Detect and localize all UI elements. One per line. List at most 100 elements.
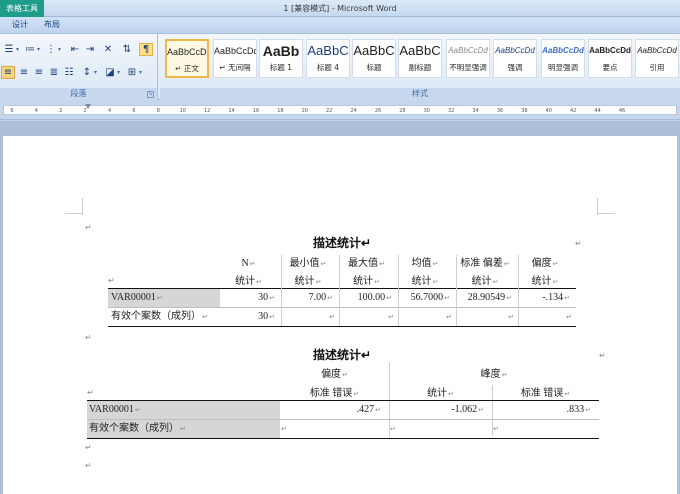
table1-subheader-text: 统计 (411, 276, 432, 287)
align-right-icon: ≡ (34, 66, 44, 78)
style-name: 副标题 (408, 63, 432, 72)
table1-cell-text: 56.7000 (410, 292, 444, 303)
table1-subheader-text: 统计 (471, 276, 492, 287)
table1-cell-text: 30 (258, 292, 269, 303)
top-right-crop-mark-icon (597, 198, 615, 214)
table2-cell-text: .427 (356, 404, 375, 415)
ruler-tick-label: 20 (301, 108, 308, 114)
align-left-button[interactable]: ≡ (1, 66, 15, 79)
bullets-button[interactable]: ☰ (2, 43, 16, 56)
table1-header: 偏度↵ (518, 255, 572, 273)
paragraph-mark: ↵ (566, 313, 572, 321)
ruler-tick-label: 34 (472, 108, 479, 114)
style-tile[interactable]: AaBbCcDd 明显强调 (541, 39, 585, 78)
table1-title-text: 描述统计 (313, 236, 362, 250)
shading-button[interactable]: ◪ (103, 66, 117, 79)
numbering-dropdown-icon[interactable]: ▾ (37, 46, 40, 53)
shading-dropdown-icon[interactable]: ▾ (117, 69, 120, 76)
paragraph-mark: ↵ (315, 278, 322, 286)
align-center-button[interactable]: ≡ (17, 66, 31, 79)
style-tile[interactable]: AaBbCcDd 不明显强调 (446, 39, 490, 78)
table1-cell: 7.00↵ (281, 289, 333, 307)
style-tile[interactable]: AaBbC 标题 (352, 39, 396, 78)
style-tile[interactable]: AaBbCcDd ↵ 无间隔 (213, 39, 257, 78)
paragraph-mark: ↵ (432, 260, 439, 268)
ruler-tick-label: 16 (252, 108, 260, 114)
sort-icon: ⇅ (122, 43, 132, 55)
tab-layout[interactable]: 布局 (35, 17, 69, 33)
style-tile[interactable]: AaBbCcDd 要点 (588, 39, 632, 78)
table1-subheader-text: 统计 (235, 276, 256, 287)
paragraph-mark: ↵ (361, 236, 372, 250)
chinese-layout-button[interactable]: ✕ (101, 43, 115, 56)
paragraph-mark: ↵ (503, 260, 510, 268)
multilevel-dropdown-icon[interactable]: ▾ (58, 46, 61, 53)
show-hide-marks-button[interactable]: ¶ (139, 43, 153, 56)
paragraph-mark: ↵ (390, 425, 396, 433)
paragraph-mark: ↵ (269, 313, 275, 321)
style-tile[interactable]: AaBbC 标题 4 (306, 39, 350, 78)
ruler-tick-label: 44 (594, 108, 601, 114)
table2-title-text: 描述统计 (313, 348, 362, 362)
table2-subheader-text: 标准 错误 (309, 388, 353, 399)
paragraph-mark: ↵ (444, 294, 450, 302)
chinese-layout-icon: ✕ (103, 43, 113, 55)
align-right-button[interactable]: ≡ (32, 66, 46, 79)
borders-button[interactable]: ⊞ (125, 66, 139, 79)
increase-indent-icon: ⇥ (85, 43, 95, 55)
ruler-tick-label: 8 (156, 108, 160, 114)
sort-button[interactable]: ⇅ (120, 43, 134, 56)
table1-cell-text: 100.00 (357, 292, 386, 303)
bullets-dropdown-icon[interactable]: ▾ (16, 46, 19, 53)
borders-dropdown-icon[interactable]: ▾ (139, 69, 142, 76)
paragraph-mark: ↵ (585, 406, 591, 414)
style-name: 标题 (366, 63, 382, 72)
numbering-button[interactable]: ≔ (23, 43, 37, 56)
table1-header-text: 最小值 (289, 258, 320, 269)
style-name: 标题 1 (269, 63, 293, 72)
bullet-list-icon: ☰ (4, 43, 14, 55)
paragraph-dialog-launcher-icon[interactable]: ↘ (147, 91, 154, 98)
paragraph-mark-icon: ¶ (142, 43, 150, 55)
line-spacing-button[interactable]: ↕ (80, 66, 94, 79)
paragraph-mark: ↵ (156, 294, 163, 302)
distributed-button[interactable]: ☷ (62, 66, 76, 79)
style-tile[interactable]: AaBbC 副标题 (398, 39, 442, 78)
table1-header-text: 偏度 (531, 258, 552, 269)
ruler-tick-label: 2 (59, 108, 63, 114)
table2-cell: -1.062↵ (389, 401, 484, 419)
ruler-tick-label: 24 (350, 108, 357, 114)
paragraph-mark: ↵ (493, 425, 499, 433)
table1-cell-text: 30 (258, 311, 269, 322)
table2-cell: .833↵ (492, 401, 591, 419)
paragraph-mark: ↵ (108, 276, 115, 285)
tab-design[interactable]: 设计 (3, 17, 37, 33)
ruler-tick-label: 18 (277, 108, 284, 114)
ruler-tick-label: 30 (423, 108, 430, 114)
ruler-tick-label: 26 (374, 108, 382, 114)
table2-empty-cell: ↵ (492, 420, 595, 438)
paragraph-mark: ↵ (85, 461, 92, 470)
line-spacing-dropdown-icon[interactable]: ▾ (94, 69, 97, 76)
multilevel-list-button[interactable]: ⋮ (44, 43, 58, 56)
style-tile[interactable]: AaBbCcDd 引用 (635, 39, 679, 78)
style-sample: AaBbC (353, 43, 395, 58)
document-page[interactable]: ↵ 描述统计↵ ↵ N↵ 最小值↵ 最大值↵ 均值↵ 标准 偏差↵ 偏度↵ ↵ 统计↵ 统计↵ 统计↵ 统… (3, 136, 677, 494)
increase-indent-button[interactable]: ⇥ (83, 43, 97, 56)
paragraph-mark: ↵ (478, 406, 484, 414)
style-sample: AaBbCcDd (448, 46, 488, 55)
table1-empty-cell: ↵ (281, 308, 335, 326)
table2-empty-cell: ↵ (389, 420, 488, 438)
paragraph-mark: ↵ (87, 388, 94, 397)
table2-row-label-text: VAR00001 (89, 404, 134, 415)
decrease-indent-button[interactable]: ⇤ (68, 43, 82, 56)
style-name: 不明显强调 (449, 63, 487, 72)
paragraph-mark: ↵ (281, 425, 287, 433)
style-tile[interactable]: AaBbCcDd ↵ 正文 (165, 39, 209, 78)
first-line-indent-marker-icon[interactable] (85, 104, 91, 109)
style-tile[interactable]: AaBbCcDd 强调 (493, 39, 537, 78)
justify-button[interactable]: ≣ (47, 66, 61, 79)
paragraph-mark: ↵ (374, 278, 380, 286)
style-tile[interactable]: AaBb 标题 1 (259, 39, 303, 78)
horizontal-ruler[interactable]: 6 4 2 2 4 6 8 10 12 14 16 18 20 22 24 26 28 30 32 34 36 38 40 4… (0, 100, 680, 120)
